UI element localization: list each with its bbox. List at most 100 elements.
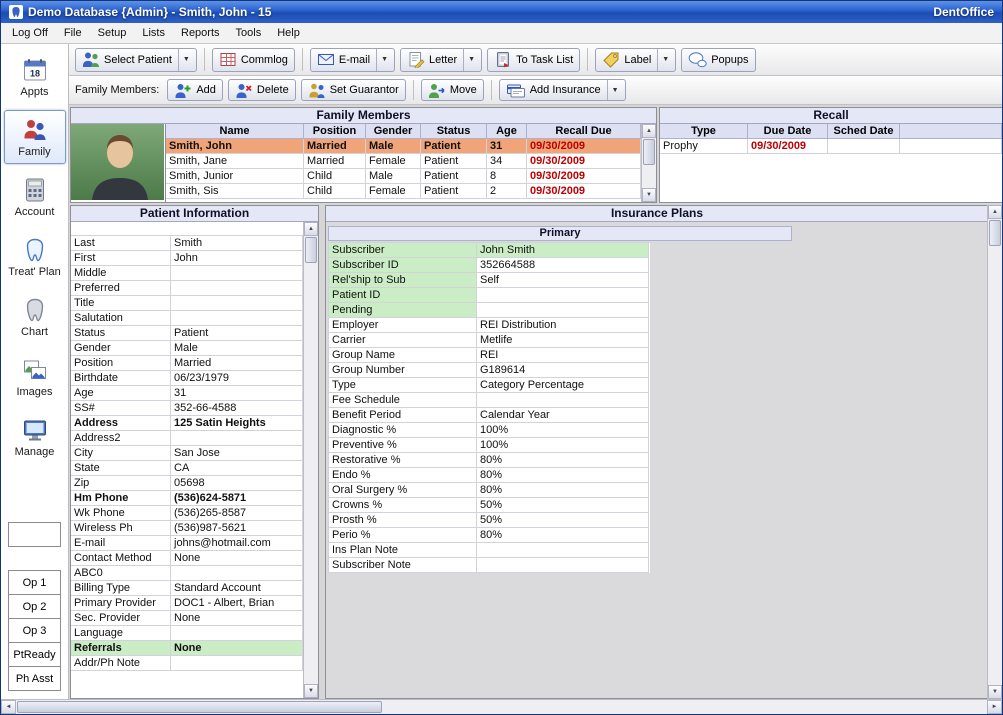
patient-field-address-value[interactable]: 125 Satin Heights [171, 416, 303, 431]
patient-field-birthdate-value[interactable]: 06/23/1979 [171, 371, 303, 386]
scrollbar-thumb[interactable] [305, 237, 317, 263]
family-cell-smith-jane-status[interactable]: Patient [421, 154, 487, 169]
operatory-op-3-button[interactable]: Op 3 [8, 618, 61, 643]
family-table-scrollbar[interactable]: ▲ ▼ [641, 124, 656, 202]
insurance-field-pending-value[interactable] [477, 303, 649, 318]
patient-field-city-value[interactable]: San Jose [171, 446, 303, 461]
patient-photo[interactable] [71, 124, 166, 202]
family-cell-smith-sis-position[interactable]: Child [304, 184, 366, 199]
insurance-field-rel-ship-to-sub-value[interactable]: Self [477, 273, 649, 288]
recall-cell-sched-date[interactable] [828, 139, 900, 154]
insurance-field-carrier-value[interactable]: Metlife [477, 333, 649, 348]
insurance-field-endo-value[interactable]: 80% [477, 468, 649, 483]
scroll-left-arrow-icon[interactable]: ◄ [1, 700, 16, 714]
insurance-field-perio-value[interactable]: 80% [477, 528, 649, 543]
scrollbar-track[interactable] [642, 138, 656, 188]
to-task-list-button[interactable]: To Task List [487, 48, 580, 72]
scrollbar-thumb[interactable] [989, 220, 1001, 246]
operatory-op-2-button[interactable]: Op 2 [8, 594, 61, 619]
insurance-field-subscriber-value[interactable]: John Smith [477, 243, 649, 258]
menu-file[interactable]: File [56, 23, 90, 43]
commlog-button[interactable]: Commlog [212, 48, 295, 72]
insurance-field-patient-id-value[interactable] [477, 288, 649, 303]
patient-field-preferred-value[interactable] [171, 281, 303, 296]
family-cell-smith-john-name[interactable]: Smith, John [166, 139, 304, 154]
patient-field-contact-method-value[interactable]: None [171, 551, 303, 566]
dropdown-arrow-icon[interactable]: ▼ [463, 49, 475, 71]
sidebar-item-manage[interactable]: Manage [4, 410, 66, 464]
family-cell-smith-jane-gender[interactable]: Female [366, 154, 421, 169]
family-cell-smith-junior-age[interactable]: 8 [487, 169, 527, 184]
insurance-field-oral-surgery-value[interactable]: 80% [477, 483, 649, 498]
scroll-down-arrow-icon[interactable]: ▼ [988, 685, 1002, 699]
family-cell-smith-john-recall-due[interactable]: 09/30/2009 [527, 139, 641, 154]
family-cell-smith-john-age[interactable]: 31 [487, 139, 527, 154]
add-insurance-button[interactable]: Add Insurance▼ [499, 79, 626, 101]
menu-tools[interactable]: Tools [228, 23, 270, 43]
patient-field-state-value[interactable]: CA [171, 461, 303, 476]
family-cell-smith-jane-age[interactable]: 34 [487, 154, 527, 169]
scrollbar-thumb[interactable] [643, 139, 655, 165]
patient-field-title-value[interactable] [171, 296, 303, 311]
insurance-field-diagnostic-value[interactable]: 100% [477, 423, 649, 438]
dropdown-arrow-icon[interactable]: ▼ [657, 49, 669, 71]
family-column-age[interactable]: Age [487, 124, 527, 139]
family-cell-smith-sis-recall-due[interactable]: 09/30/2009 [527, 184, 641, 199]
insurance-field-prosth-value[interactable]: 50% [477, 513, 649, 528]
patient-field-language-value[interactable] [171, 626, 303, 641]
family-cell-smith-jane-recall-due[interactable]: 09/30/2009 [527, 154, 641, 169]
scroll-right-arrow-icon[interactable]: ► [987, 700, 1002, 714]
family-cell-smith-junior-recall-due[interactable]: 09/30/2009 [527, 169, 641, 184]
operatory-ph-asst-button[interactable]: Ph Asst [8, 666, 61, 691]
family-cell-smith-jane-name[interactable]: Smith, Jane [166, 154, 304, 169]
patient-field-referrals-value[interactable]: None [171, 641, 303, 656]
horizontal-scrollbar[interactable]: ◄ ► [1, 699, 1002, 714]
menu-setup[interactable]: Setup [90, 23, 135, 43]
family-column-recall-due[interactable]: Recall Due [527, 124, 641, 139]
patient-field-ss-value[interactable]: 352-66-4588 [171, 401, 303, 416]
insurance-field-group-number-value[interactable]: G189614 [477, 363, 649, 378]
insurance-field-ins-plan-note-value[interactable] [477, 543, 649, 558]
family-cell-smith-junior-position[interactable]: Child [304, 169, 366, 184]
patient-field-addr-ph-note-value[interactable] [171, 656, 303, 671]
family-cell-smith-sis-gender[interactable]: Female [366, 184, 421, 199]
patient-field-billing-type-value[interactable]: Standard Account [171, 581, 303, 596]
family-cell-smith-jane-position[interactable]: Married [304, 154, 366, 169]
scroll-down-arrow-icon[interactable]: ▼ [642, 188, 656, 202]
add-button[interactable]: Add [167, 79, 223, 101]
menu-help[interactable]: Help [269, 23, 308, 43]
recall-cell-type[interactable]: Prophy [660, 139, 748, 154]
insurance-field-type-value[interactable]: Category Percentage [477, 378, 649, 393]
patient-field-sec-provider-value[interactable]: None [171, 611, 303, 626]
patient-field-middle-value[interactable] [171, 266, 303, 281]
scrollbar-track[interactable] [988, 219, 1002, 685]
patient-field-first-value[interactable]: John [171, 251, 303, 266]
patient-field-e-mail-value[interactable]: johns@hotmail.com [171, 536, 303, 551]
patient-field-wk-phone-value[interactable]: (536)265-8587 [171, 506, 303, 521]
scrollbar-track[interactable] [304, 236, 318, 684]
family-cell-smith-sis-age[interactable]: 2 [487, 184, 527, 199]
insurance-field-subscriber-id-value[interactable]: 352664588 [477, 258, 649, 273]
family-cell-smith-john-gender[interactable]: Male [366, 139, 421, 154]
family-column-name[interactable]: Name [166, 124, 304, 139]
sidebar-item-images[interactable]: Images [4, 350, 66, 404]
patient-field-position-value[interactable]: Married [171, 356, 303, 371]
family-cell-smith-john-position[interactable]: Married [304, 139, 366, 154]
insurance-field-restorative-value[interactable]: 80% [477, 453, 649, 468]
operatory-ptready-button[interactable]: PtReady [8, 642, 61, 667]
family-cell-smith-junior-gender[interactable]: Male [366, 169, 421, 184]
patient-field-gender-value[interactable]: Male [171, 341, 303, 356]
sidebar-item-treat-plan[interactable]: Treat' Plan [4, 230, 66, 284]
family-cell-smith-john-status[interactable]: Patient [421, 139, 487, 154]
patient-field-hm-phone-value[interactable]: (536)624-5871 [171, 491, 303, 506]
scroll-up-arrow-icon[interactable]: ▲ [642, 124, 656, 138]
content-vertical-scrollbar[interactable]: ▲ ▼ [987, 205, 1002, 699]
patient-field-wireless-ph-value[interactable]: (536)987-5621 [171, 521, 303, 536]
menu-reports[interactable]: Reports [173, 23, 228, 43]
recall-cell-due-date[interactable]: 09/30/2009 [748, 139, 828, 154]
scrollbar-track[interactable] [16, 700, 987, 714]
scroll-up-arrow-icon[interactable]: ▲ [304, 222, 318, 236]
letter-button[interactable]: Letter▼ [400, 48, 482, 72]
family-cell-smith-sis-name[interactable]: Smith, Sis [166, 184, 304, 199]
patient-table-scrollbar[interactable]: ▲ ▼ [303, 222, 318, 698]
